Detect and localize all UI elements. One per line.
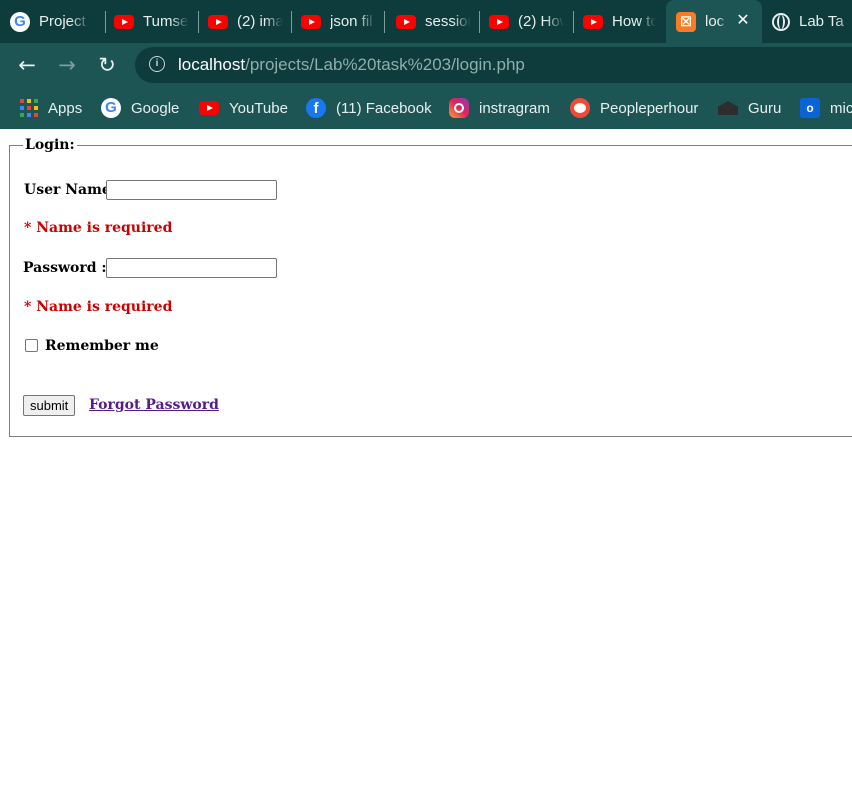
youtube-icon [301, 14, 321, 29]
youtube-icon [199, 101, 219, 115]
forgot-password-link[interactable]: Forgot Password [89, 397, 219, 413]
username-error: * Name is required [24, 220, 173, 236]
password-input[interactable] [106, 258, 277, 278]
bookmark-youtube[interactable]: YouTube [199, 97, 288, 119]
url-text[interactable]: localhost/projects/Lab%20task%203/login.… [178, 55, 525, 75]
reload-icon[interactable]: ↻ [93, 51, 121, 79]
bookmark-guru[interactable]: Guru [718, 97, 781, 119]
tab-title: How to [612, 13, 656, 30]
tab-title: Project [39, 13, 86, 30]
login-legend: Login: [25, 137, 75, 153]
youtube-icon [489, 14, 509, 29]
youtube-icon [208, 14, 228, 29]
bookmark-label: mic [830, 99, 852, 117]
bookmark-label: YouTube [229, 99, 288, 117]
tab-how-to[interactable]: How to [574, 0, 666, 43]
facebook-icon: f [306, 98, 326, 118]
tab-strip: G Project Tumse (2) ima json fil session… [0, 0, 852, 43]
forward-arrow-icon[interactable]: → [53, 51, 81, 79]
bookmark-peopleperhour[interactable]: Peopleperhour [570, 97, 698, 119]
bookmark-label: (11) Facebook [336, 99, 432, 117]
bookmark-facebook[interactable]: f (11) Facebook [306, 97, 432, 119]
url-host: localhost [178, 55, 246, 74]
close-tab-icon[interactable]: ✕ [732, 10, 754, 32]
xampp-icon: ☒ [676, 11, 696, 32]
tab-title: json fil [330, 13, 373, 30]
address-bar[interactable]: i localhost/projects/Lab%20task%203/logi… [135, 47, 852, 83]
tab-title: loc [705, 13, 725, 30]
tab-title: Tumse [143, 13, 189, 30]
globe-icon [772, 12, 790, 31]
tab-how[interactable]: (2) How [480, 0, 574, 43]
bookmark-label: Google [131, 99, 180, 117]
instagram-icon [449, 98, 469, 118]
google-icon: G [10, 11, 30, 32]
tab-json[interactable]: json fil [292, 0, 385, 43]
username-input[interactable] [106, 180, 277, 200]
remember-me-label: Remember me [45, 338, 159, 354]
bookmarks-bar: Apps G Google YouTube f (11) Facebook in… [0, 87, 852, 129]
tab-title: Lab Ta [799, 13, 844, 30]
bookmark-label: instragram [479, 99, 550, 117]
username-label: User Name: [24, 182, 117, 198]
tab-title: (2) How [518, 13, 564, 30]
tab-localhost-active[interactable]: ☒ loc ✕ [666, 0, 762, 43]
remember-me-checkbox[interactable] [25, 339, 38, 352]
site-info-icon[interactable]: i [149, 56, 165, 72]
peopleperhour-icon [570, 98, 590, 118]
bookmark-instagram[interactable]: instragram [449, 97, 550, 119]
google-icon: G [101, 98, 121, 118]
bookmark-apps[interactable]: Apps [20, 97, 82, 119]
navigation-bar: ← → ↻ i localhost/projects/Lab%20task%20… [0, 43, 852, 87]
tab-title: (2) ima [237, 13, 283, 30]
bookmark-mic[interactable]: o mic [800, 97, 852, 119]
youtube-icon [396, 14, 416, 29]
youtube-icon [114, 14, 134, 29]
bookmark-label: Apps [48, 99, 83, 117]
tab-project[interactable]: G Project [10, 0, 106, 43]
bookmark-label: Guru [748, 99, 782, 117]
tab-tumse[interactable]: Tumse [106, 0, 199, 43]
bookmark-label: Peopleperhour [600, 99, 699, 117]
tab-session[interactable]: session [385, 0, 480, 43]
back-arrow-icon[interactable]: ← [13, 51, 41, 79]
guru-icon [718, 101, 738, 115]
youtube-icon [583, 14, 603, 29]
password-error: * Name is required [24, 299, 173, 315]
apps-grid-icon [20, 99, 38, 117]
tab-lab-task[interactable]: Lab Ta [762, 0, 852, 43]
url-path: /projects/Lab%20task%203/login.php [245, 55, 525, 74]
bookmark-google[interactable]: G Google [101, 97, 179, 119]
password-label: Password : [23, 260, 107, 276]
tab-title: session [425, 13, 471, 30]
outlook-icon: o [800, 98, 820, 118]
tab-ima[interactable]: (2) ima [199, 0, 292, 43]
submit-button[interactable]: submit [23, 395, 76, 416]
